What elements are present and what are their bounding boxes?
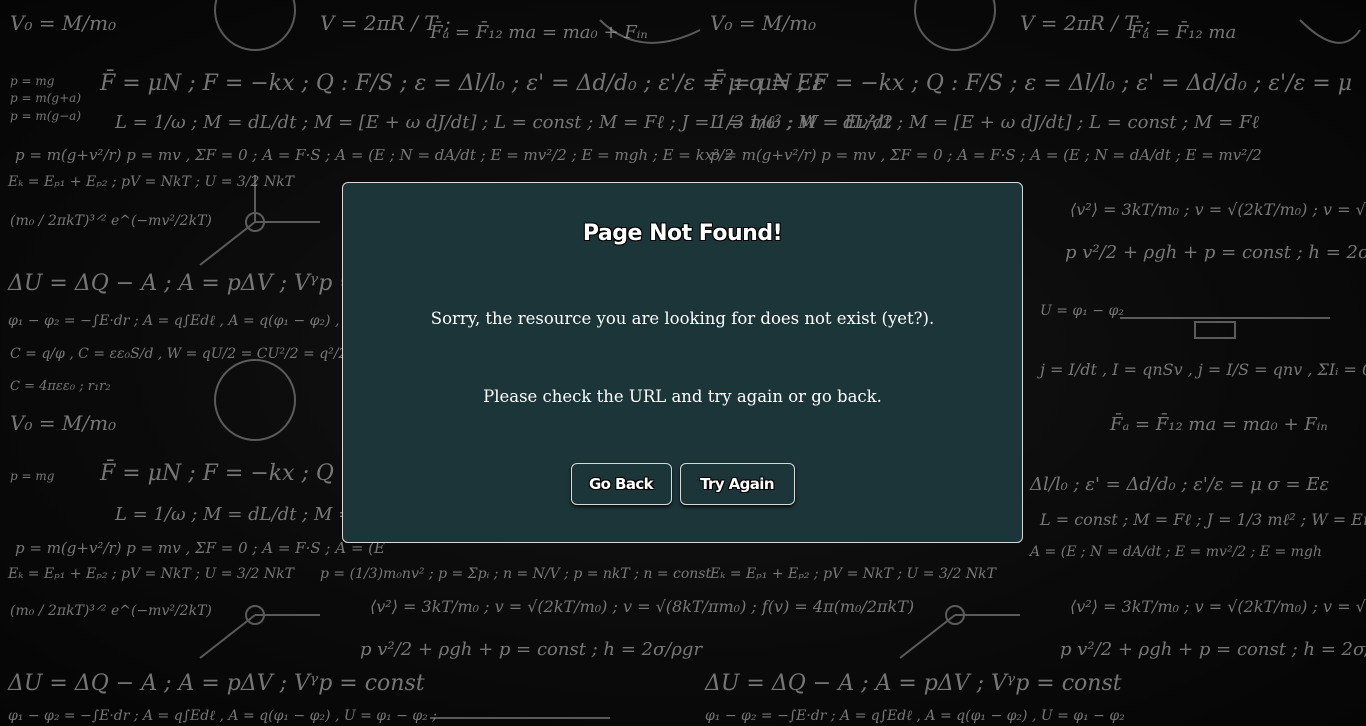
svg-text:φ₁ − φ₂ = −∫E·dr ; A = q∫Edℓ ,: φ₁ − φ₂ = −∫E·dr ; A = q∫Edℓ , A = q(φ₁ …	[705, 708, 1125, 724]
try-again-button[interactable]: Try Again	[679, 463, 795, 505]
svg-text:p = m(g+a): p = m(g+a)	[10, 91, 81, 105]
svg-text:⟨v²⟩ = 3kT/m₀ ; v = √(2kT/m₀): ⟨v²⟩ = 3kT/m₀ ; v = √(2kT/m₀) ; v = √(8k…	[1070, 200, 1366, 219]
svg-text:j = I/dt , I = qnSv , j = I/S: j = I/dt , I = qnSv , j = I/S = qnv , ΣI…	[1037, 360, 1366, 379]
svg-text:V₀ = M/m₀: V₀ = M/m₀	[710, 11, 816, 35]
svg-text:p = m(g−a): p = m(g−a)	[10, 109, 81, 123]
svg-text:Eₖ = Eₚ₁ + Eₚ₂ ; pV = NkT ; U: Eₖ = Eₚ₁ + Eₚ₂ ; pV = NkT ; U = 3/2 NkT	[7, 566, 296, 582]
svg-text:(m₀ / 2πkT)³ᐟ² e^(−mv²/2kT): (m₀ / 2πkT)³ᐟ² e^(−mv²/2kT)	[10, 213, 212, 229]
svg-text:V₀ = M/m₀: V₀ = M/m₀	[10, 11, 116, 35]
dialog-actions: Go Back Try Again	[343, 463, 1022, 505]
svg-text:Eₖ = Eₚ₁ + Eₚ₂ ; pV = NkT ; U: Eₖ = Eₚ₁ + Eₚ₂ ; pV = NkT ; U = 3/2 NkT	[709, 566, 998, 582]
svg-text:p = (1/3)m₀nv² ; p = Σpᵢ ; n =: p = (1/3)m₀nv² ; p = Σpᵢ ; n = N/V ; p =…	[320, 566, 711, 582]
svg-text:F̄ₐ = F̄₁₂ ma = ma₀ + Fᵢₙ: F̄ₐ = F̄₁₂ ma = ma₀ + Fᵢₙ	[1109, 412, 1328, 435]
svg-text:U = φ₁ − φ₂: U = φ₁ − φ₂	[1040, 303, 1124, 319]
dialog-title: Page Not Found!	[582, 220, 783, 246]
instruction-message: Please check the URL and try again or go…	[483, 387, 882, 406]
svg-text:F̄ = μN ; F = −kx ; Q : F/S ;: F̄ = μN ; F = −kx ; Q : F/S ; ε = Δl/l₀ …	[709, 69, 1352, 96]
svg-text:(m₀ / 2πkT)³ᐟ² e^(−mv²/2kT): (m₀ / 2πkT)³ᐟ² e^(−mv²/2kT)	[10, 603, 212, 619]
svg-text:Eₖ = Eₚ₁ + Eₚ₂ ; pV = NkT ; U: Eₖ = Eₚ₁ + Eₚ₂ ; pV = NkT ; U = 3/2 NkT	[7, 174, 296, 190]
svg-text:A = (E ; N = dA/dt ; E = mv²/2: A = (E ; N = dA/dt ; E = mv²/2 ; E = mgh	[1028, 544, 1322, 560]
svg-text:p v²/2 + ρgh + p = const ; h =: p v²/2 + ρgh + p = const ; h = 2σ/ρgr	[1065, 242, 1366, 263]
svg-text:p = mg: p = mg	[10, 469, 55, 483]
svg-text:F̄ₐ = F̄₁₂ ma: F̄ₐ = F̄₁₂ ma	[1129, 20, 1236, 43]
svg-text:p = m(g+v²/r) p = mv , ΣF = 0: p = m(g+v²/r) p = mv , ΣF = 0 ; A = F·S …	[710, 146, 1262, 164]
svg-text:p = m(g+v²/r) p = mv , ΣF = 0: p = m(g+v²/r) p = mv , ΣF = 0 ; A = F·S …	[15, 146, 734, 164]
not-found-message: Sorry, the resource you are looking for …	[430, 309, 935, 328]
not-found-dialog: Page Not Found! Sorry, the resource you …	[342, 182, 1023, 543]
svg-text:p v²/2 + ρgh + p = const ; h =: p v²/2 + ρgh + p = const ; h = 2σ/ρgr	[360, 639, 703, 660]
go-back-button[interactable]: Go Back	[570, 463, 672, 505]
svg-text:p = m(g+v²/r) p = mv , ΣF = 0: p = m(g+v²/r) p = mv , ΣF = 0 ; A = F·S …	[15, 539, 385, 557]
svg-text:φ₁ − φ₂ = −∫E·dr ; A = q∫Edℓ ,: φ₁ − φ₂ = −∫E·dr ; A = q∫Edℓ , A = q(φ₁ …	[8, 708, 437, 724]
svg-text:p = mg: p = mg	[10, 74, 55, 88]
svg-text:L = 1/ω ; M = dL/dt ; M = [E +: L = 1/ω ; M = dL/dt ; M = [E + ω dJ/dt] …	[709, 112, 1259, 133]
svg-text:C = 4πεε₀ ; r₁r₂: C = 4πεε₀ ; r₁r₂	[10, 379, 111, 394]
svg-text:ΔU = ΔQ − A ; A = pΔV ; Vᵞp =: ΔU = ΔQ − A ; A = pΔV ; Vᵞp = const	[704, 671, 1122, 696]
svg-text:Δl/l₀ ; ε' = Δd/d₀ ; ε'/ε = μ: Δl/l₀ ; ε' = Δd/d₀ ; ε'/ε = μ σ = Eε	[1029, 474, 1329, 495]
svg-text:⟨v²⟩ = 3kT/m₀ ; v = √(2kT/m₀): ⟨v²⟩ = 3kT/m₀ ; v = √(2kT/m₀) ; v = √(8k…	[370, 597, 914, 616]
svg-text:φ₁ − φ₂ = −∫E·dr ; A = q∫Edℓ ,: φ₁ − φ₂ = −∫E·dr ; A = q∫Edℓ , A = q(φ₁ …	[8, 313, 372, 329]
svg-text:V₀ = M/m₀: V₀ = M/m₀	[10, 411, 116, 435]
svg-text:⟨v²⟩ = 3kT/m₀ ; v = √(2kT/m₀): ⟨v²⟩ = 3kT/m₀ ; v = √(2kT/m₀) ; v = √(8k…	[1070, 597, 1366, 616]
svg-text:p v²/2 + ρgh + p = const ; h =: p v²/2 + ρgh + p = const ; h = 2σ/ρgr	[1060, 639, 1366, 660]
svg-text:L = const ; M = Fℓ ; J = 1/3 m: L = const ; M = Fℓ ; J = 1/3 mℓ² ; W = E…	[1039, 510, 1366, 529]
svg-text:ΔU = ΔQ − A ; A = pΔV ; Vᵞp =: ΔU = ΔQ − A ; A = pΔV ; Vᵞp = const	[7, 671, 425, 696]
